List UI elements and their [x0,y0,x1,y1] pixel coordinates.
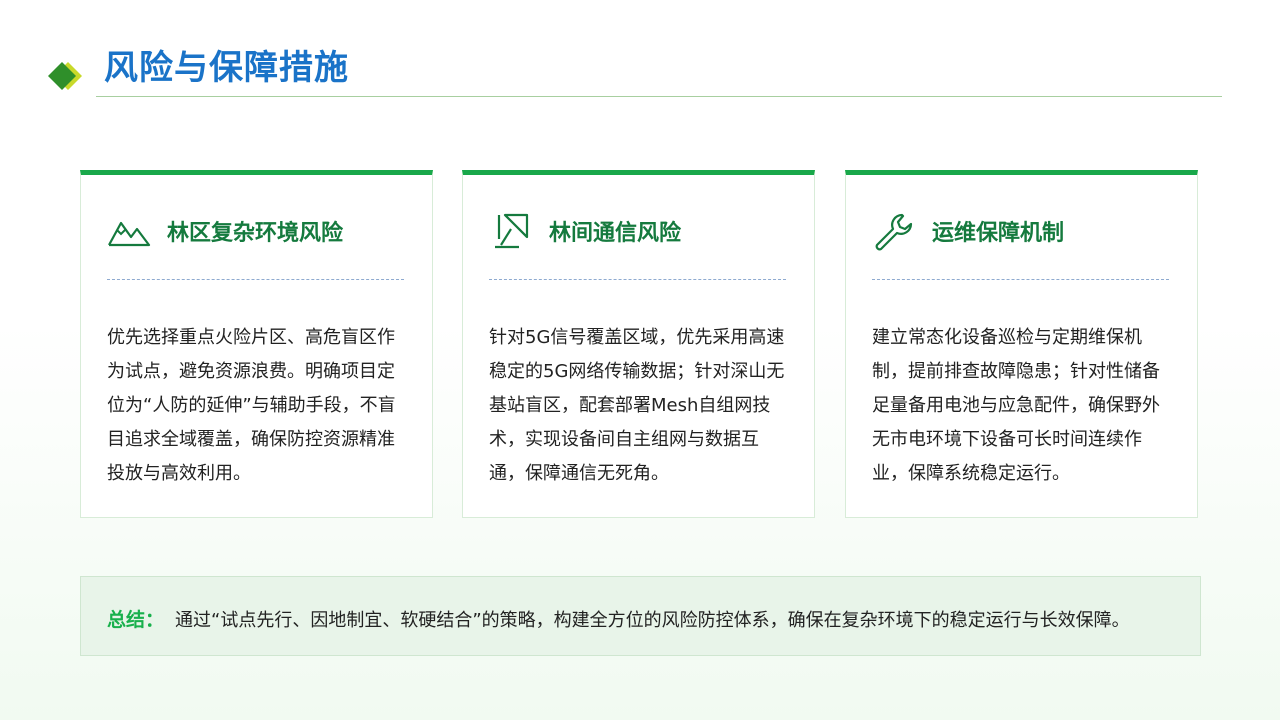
card-divider [489,279,786,280]
wrench-icon [875,213,913,251]
satellite-dish-icon [495,213,529,249]
title-bar: 风险与保障措施 [0,0,1280,100]
card-title: 林间通信风险 [549,221,682,246]
page-title: 风险与保障措施 [104,48,349,88]
diamond-logo-icon [48,62,82,90]
risk-card-forest-environment: 林区复杂环境风险 优先选择重点火险片区、高危盲区作为试点，避免资源浪费。明确项目… [80,170,433,518]
summary-box: 总结： 通过“试点先行、因地制宜、软硬结合”的策略，构建全方位的风险防控体系，确… [80,576,1201,656]
card-divider [107,279,404,280]
card-body: 优先选择重点火险片区、高危盲区作为试点，避免资源浪费。明确项目定位为“人防的延伸… [107,327,396,484]
card-title: 林区复杂环境风险 [167,221,344,246]
summary-text: 通过“试点先行、因地制宜、软硬结合”的策略，构建全方位的风险防控体系，确保在复杂… [175,610,1130,631]
risk-card-communication: 林间通信风险 针对5G信号覆盖区域，优先采用高速稳定的5G网络传输数据；针对深山… [462,170,815,518]
card-divider [872,279,1169,280]
card-title: 运维保障机制 [932,221,1065,246]
mountain-icon [108,221,151,247]
risk-card-maintenance: 运维保障机制 建立常态化设备巡检与定期维保机制，提前排查故障隐患；针对性储备足量… [845,170,1198,518]
card-body: 针对5G信号覆盖区域，优先采用高速稳定的5G网络传输数据；针对深山无基站盲区，配… [489,327,785,484]
card-body: 建立常态化设备巡检与定期维保机制，提前排查故障隐患；针对性储备足量备用电池与应急… [872,327,1160,484]
title-divider [96,96,1222,97]
summary-label: 总结： [107,609,165,631]
